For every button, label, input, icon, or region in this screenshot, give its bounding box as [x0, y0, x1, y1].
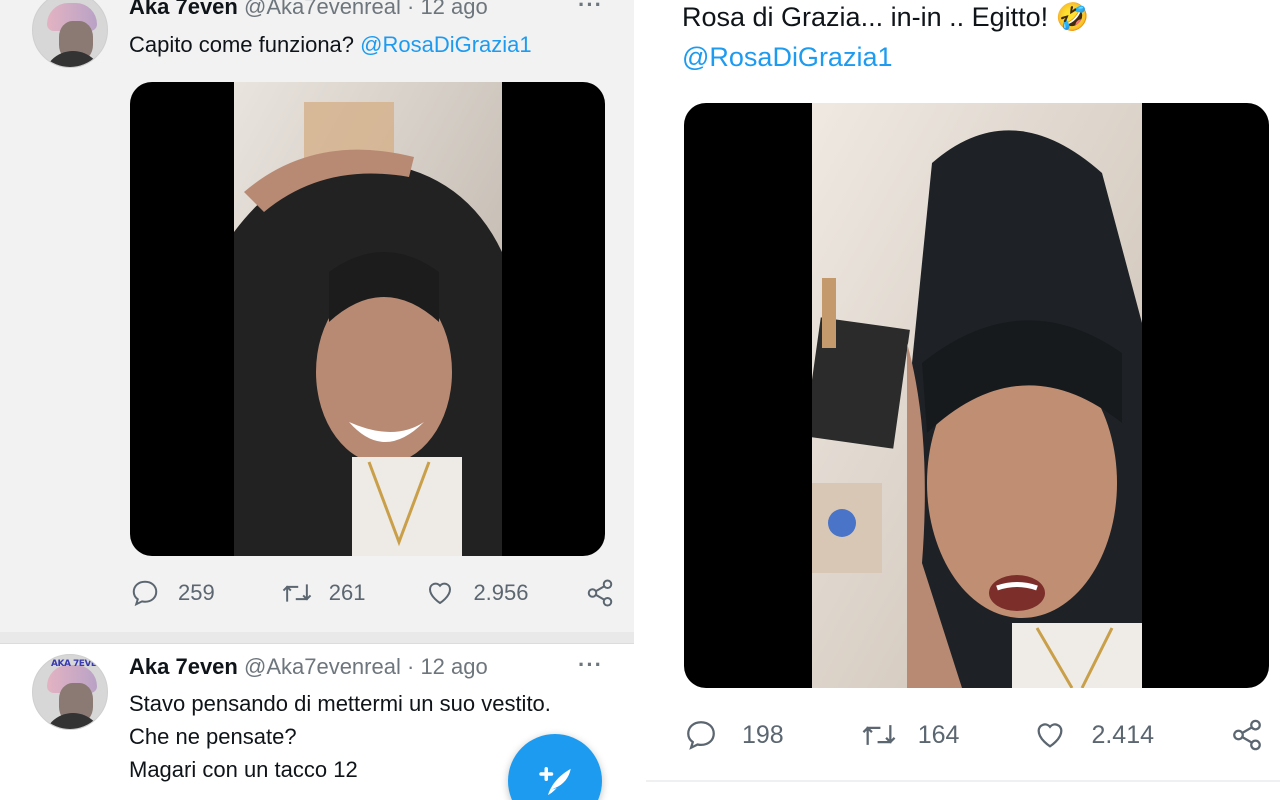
- share-button[interactable]: [1230, 718, 1264, 752]
- retweet-count: 261: [328, 580, 366, 605]
- reply-icon: [132, 580, 158, 607]
- like-icon: [1037, 723, 1063, 748]
- laughing-emoji-icon: 🤣: [1055, 2, 1090, 32]
- retweet-icon: [282, 584, 311, 602]
- retweet-icon: [862, 725, 896, 745]
- retweet-count: 164: [917, 720, 960, 749]
- avatar[interactable]: AKA 7EVEN: [32, 654, 108, 730]
- left-screenshot: Aka 7even @Aka7evenreal · 12 ago ··· Cap…: [0, 0, 634, 800]
- action-bar: 259 261 2.956: [130, 578, 615, 608]
- retweet-button[interactable]: 164: [860, 718, 960, 752]
- timestamp[interactable]: 12 ago: [420, 654, 487, 679]
- mention-link[interactable]: @RosaDiGrazia1: [682, 38, 892, 76]
- more-options-button[interactable]: ···: [578, 652, 603, 678]
- like-button[interactable]: 2.956: [425, 578, 529, 608]
- tweet-line: Che ne pensate?: [129, 724, 297, 749]
- tweet-line: Stavo pensando di mettermi un suo vestit…: [129, 691, 551, 716]
- reply-icon: [687, 721, 715, 750]
- tweet-text: Capito come funziona? @RosaDiGrazia1: [129, 28, 532, 61]
- panel-divider: [634, 0, 646, 800]
- reply-button[interactable]: 259: [130, 578, 215, 608]
- reply-count: 259: [178, 580, 215, 605]
- avatar-logo-text: AKA 7EVEN: [51, 659, 104, 669]
- author-handle[interactable]: @Aka7evenreal: [244, 0, 401, 19]
- like-button[interactable]: 2.414: [1033, 718, 1154, 752]
- like-count: 2.414: [1091, 720, 1154, 749]
- like-icon: [429, 582, 452, 605]
- video-frame: [812, 103, 1142, 688]
- tweet-line: Magari con un tacco 12: [129, 757, 358, 782]
- right-screenshot: Rosa di Grazia... in-in .. Egitto! 🤣 @Ro…: [646, 0, 1280, 800]
- reply-button[interactable]: 198: [684, 718, 784, 752]
- author-name[interactable]: Aka 7even: [129, 0, 238, 19]
- tweet-text: Stavo pensando di mettermi un suo vestit…: [129, 687, 551, 786]
- compose-icon: [539, 767, 571, 795]
- author-name[interactable]: Aka 7even: [129, 654, 238, 679]
- author-handle[interactable]: @Aka7evenreal: [244, 654, 401, 679]
- timestamp[interactable]: 12 ago: [420, 0, 487, 19]
- reply-count: 198: [742, 720, 784, 749]
- tweet-1[interactable]: Aka 7even @Aka7evenreal · 12 ago ··· Cap…: [0, 0, 634, 632]
- video-media[interactable]: [684, 103, 1269, 688]
- video-thumbnail: [234, 82, 502, 556]
- separator-dot: ·: [406, 654, 415, 679]
- share-icon: [1233, 719, 1261, 751]
- avatar[interactable]: [32, 0, 108, 68]
- tweet-body: Rosa di Grazia... in-in .. Egitto!: [682, 2, 1049, 32]
- retweet-button[interactable]: 261: [281, 578, 366, 608]
- tweet-divider: [0, 632, 634, 644]
- action-bar: 198 164 2.414: [684, 718, 1264, 752]
- tweet-header: Aka 7even @Aka7evenreal · 12 ago: [129, 0, 488, 20]
- share-button[interactable]: [585, 578, 615, 608]
- mention-link[interactable]: @RosaDiGrazia1: [360, 32, 532, 57]
- video-media[interactable]: [130, 82, 605, 556]
- tweet-body: Capito come funziona?: [129, 32, 355, 57]
- share-icon: [587, 579, 612, 607]
- video-thumbnail: [812, 103, 1142, 688]
- like-count: 2.956: [473, 580, 529, 605]
- more-options-button[interactable]: ···: [578, 0, 603, 18]
- tweet-text: Rosa di Grazia... in-in .. Egitto! 🤣: [682, 0, 1089, 36]
- bottom-divider: [646, 780, 1280, 782]
- tweet-header: Aka 7even @Aka7evenreal · 12 ago: [129, 654, 488, 680]
- video-frame: [234, 82, 502, 556]
- separator-dot: ·: [406, 0, 415, 19]
